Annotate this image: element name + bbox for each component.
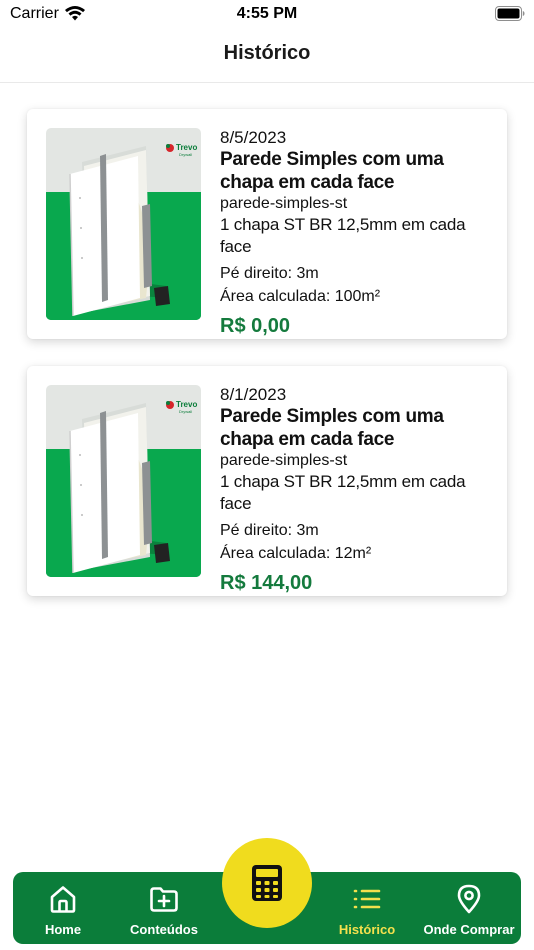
- tab-conteudos-label: Conteúdos: [130, 922, 198, 937]
- drywall-image: Trevo Drywall: [46, 385, 201, 577]
- history-description: 1 chapa ST BR 12,5mm em cada face: [220, 472, 466, 513]
- history-price: R$ 0,00: [220, 315, 291, 337]
- tab-onde-comprar-label: Onde Comprar: [423, 922, 515, 937]
- tab-historico[interactable]: Histórico: [317, 872, 417, 944]
- drywall-image: Trevo Drywall: [46, 128, 201, 320]
- history-card[interactable]: Trevo Drywall 8/5/2023 Parede Simples co…: [27, 109, 507, 339]
- map-pin-icon: [457, 884, 481, 914]
- home-icon: [50, 886, 76, 913]
- history-area: Área calculada: 100m²: [220, 288, 381, 305]
- history-slug: parede-simples-st: [220, 452, 348, 469]
- tab-historico-label: Histórico: [338, 922, 396, 937]
- svg-text:Drywall: Drywall: [179, 409, 192, 414]
- history-date: 8/5/2023: [220, 128, 287, 147]
- history-title: Parede Simples com uma chapa em cada fac…: [220, 149, 444, 193]
- history-slug: parede-simples-st: [220, 195, 348, 212]
- page-title: Histórico: [223, 42, 311, 64]
- folder-plus-icon: [150, 887, 178, 912]
- tab-onde-comprar[interactable]: Onde Comprar: [419, 872, 519, 944]
- history-ceiling-height: Pé direito: 3m: [220, 265, 319, 282]
- header: Histórico: [0, 30, 534, 83]
- svg-text:Drywall: Drywall: [179, 152, 192, 157]
- list-icon: [353, 889, 381, 909]
- tab-conteudos[interactable]: Conteúdos: [114, 872, 214, 944]
- history-title: Parede Simples com uma chapa em cada fac…: [220, 406, 444, 450]
- svg-text:Trevo: Trevo: [176, 400, 197, 409]
- history-area: Área calculada: 12m²: [220, 545, 372, 562]
- history-date: 8/1/2023: [220, 385, 287, 404]
- history-description: 1 chapa ST BR 12,5mm em cada face: [220, 215, 466, 256]
- history-ceiling-height: Pé direito: 3m: [220, 522, 319, 539]
- battery-icon: [495, 6, 525, 21]
- calculator-button[interactable]: [222, 838, 312, 928]
- tab-home-label: Home: [44, 922, 82, 937]
- history-price: R$ 144,00: [220, 572, 313, 594]
- calculator-icon: [252, 865, 282, 901]
- history-card[interactable]: Trevo Drywall 8/1/2023 Parede Simples co…: [27, 366, 507, 596]
- clock: 4:55 PM: [236, 5, 298, 22]
- status-bar: Carrier 4:55 PM: [0, 0, 534, 30]
- tab-home[interactable]: Home: [13, 872, 113, 944]
- svg-text:Trevo: Trevo: [176, 143, 197, 152]
